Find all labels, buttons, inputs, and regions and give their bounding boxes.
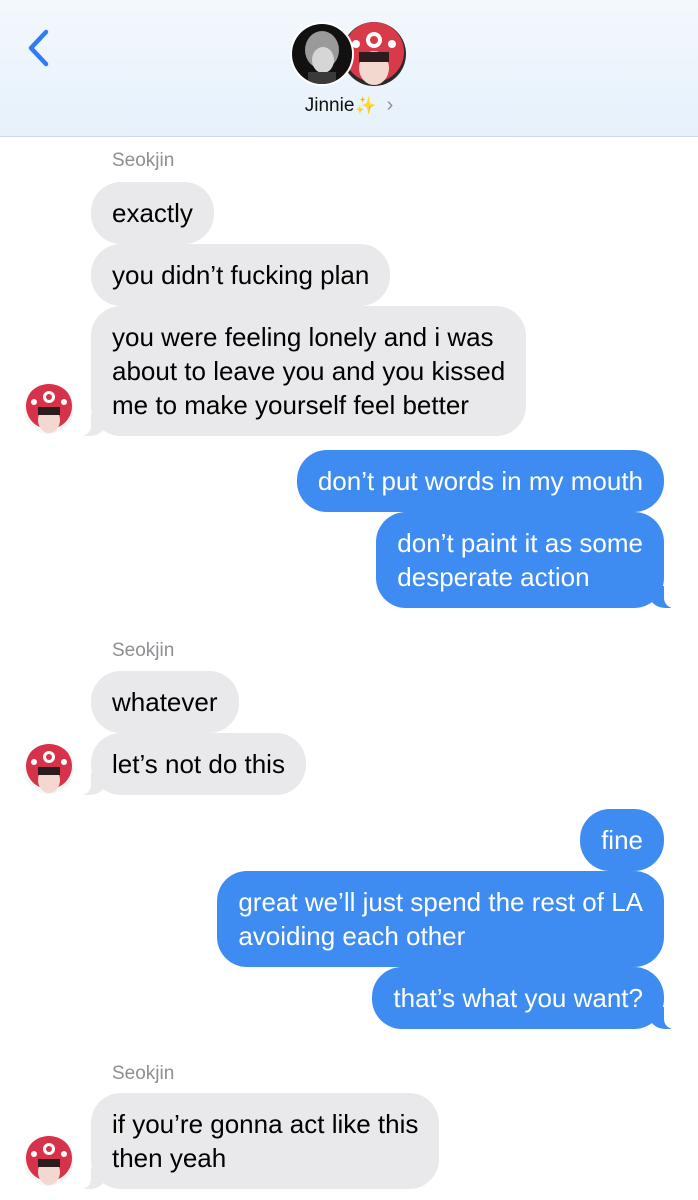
outgoing-message[interactable]: fine [580, 809, 664, 871]
message-line: if you’re gonna act like this [112, 1109, 419, 1139]
incoming-message[interactable]: let’s not do this [78, 733, 306, 795]
message-line: avoiding each other [238, 921, 466, 951]
back-button[interactable] [22, 26, 58, 70]
conversation-header: Jinnie✨ › [0, 0, 698, 137]
message-line: me to make yourself feel better [112, 390, 469, 420]
sparkle-icon: ✨ [355, 96, 377, 115]
incoming-message[interactable]: if you’re gonna act like this then yeah [77, 1093, 440, 1189]
sender-name: Seokjin [112, 1063, 175, 1084]
message-line: desperate action [397, 562, 590, 592]
sender-name: Seokjin [112, 640, 175, 661]
incoming-message[interactable]: you didn’t fucking plan [91, 244, 391, 306]
outgoing-message[interactable]: don’t put words in my mouth [296, 450, 664, 512]
avatar[interactable] [24, 1136, 74, 1186]
incoming-message[interactable]: exactly [91, 182, 214, 244]
group-avatar[interactable] [290, 22, 410, 90]
chevron-left-icon[interactable] [22, 26, 58, 70]
message-line: don’t paint it as some [397, 528, 643, 558]
incoming-message[interactable]: whatever [91, 671, 239, 733]
outgoing-message[interactable]: don’t paint it as some desperate action [376, 512, 677, 608]
sender-name: Seokjin [112, 150, 175, 171]
outgoing-message[interactable]: that’s what you want? [372, 967, 677, 1029]
contact-name-button[interactable]: Jinnie✨ › [0, 94, 698, 117]
contact-name: Jinnie [304, 95, 355, 116]
incoming-message[interactable]: you were feeling lonely and i was about … [77, 306, 527, 436]
outgoing-message[interactable]: great we’ll just spend the rest of LA av… [217, 871, 664, 967]
avatar[interactable] [24, 744, 74, 794]
message-line: about to leave you and you kissed [112, 356, 506, 386]
message-line: you were feeling lonely and i was [112, 322, 494, 352]
avatar [290, 22, 354, 86]
message-line: then yeah [112, 1143, 227, 1173]
message-line: great we’ll just spend the rest of LA [238, 887, 643, 917]
chevron-right-icon: › [386, 94, 394, 116]
avatar[interactable] [24, 384, 74, 434]
